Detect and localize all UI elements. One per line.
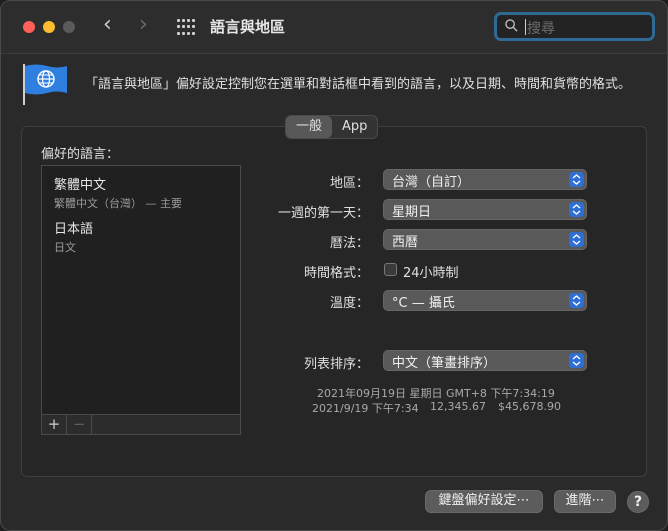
language-name: 日本語 bbox=[54, 222, 94, 237]
calendar-value: 西曆 bbox=[392, 235, 419, 250]
first-day-label: 一週的第一天： bbox=[277, 206, 369, 221]
window: ‹ › 語言與地區 搜尋 「語言與地區」偏好設定控制您在選單和對話框中看到的語言… bbox=[0, 0, 668, 531]
window-title: 語言與地區 bbox=[210, 18, 286, 36]
close-button[interactable] bbox=[23, 21, 35, 33]
advanced-button[interactable]: 進階⋯ bbox=[554, 490, 616, 513]
calendar-label: 曆法： bbox=[329, 236, 369, 251]
temperature-label: 溫度： bbox=[329, 296, 369, 311]
tab-app[interactable]: App bbox=[332, 116, 377, 138]
search-placeholder: 搜尋 bbox=[527, 21, 555, 37]
globe-flag-icon bbox=[23, 64, 67, 105]
language-detail: 日文 bbox=[54, 241, 76, 254]
first-day-value: 星期日 bbox=[392, 205, 432, 220]
region-value: 台灣（自訂） bbox=[392, 175, 471, 190]
language-list[interactable]: 繁體中文 繁體中文（台灣） — 主要 日本語 日文 bbox=[41, 165, 241, 415]
sample-short-date: 2021/9/19 下午7:34 bbox=[312, 402, 419, 415]
popup-arrows-icon bbox=[569, 172, 584, 187]
zoom-button[interactable] bbox=[63, 21, 75, 33]
temperature-popup[interactable]: °C — 攝氏 bbox=[383, 290, 587, 311]
calendar-popup[interactable]: 西曆 bbox=[383, 229, 587, 250]
popup-arrows-icon bbox=[569, 202, 584, 217]
text-caret bbox=[525, 19, 526, 35]
popup-arrows-icon bbox=[569, 232, 584, 247]
tab-general[interactable]: 一般 bbox=[286, 116, 333, 138]
time-format-label: 時間格式： bbox=[303, 266, 369, 281]
show-all-grid-icon[interactable] bbox=[177, 19, 195, 36]
language-detail: 繁體中文（台灣） — 主要 bbox=[54, 197, 182, 210]
back-button[interactable]: ‹ bbox=[103, 14, 112, 36]
search-field[interactable]: 搜尋 bbox=[494, 12, 655, 41]
remove-language-button[interactable]: − bbox=[67, 415, 92, 434]
forward-button[interactable]: › bbox=[139, 14, 148, 36]
minimize-button[interactable] bbox=[43, 21, 55, 33]
language-name: 繁體中文 bbox=[54, 178, 107, 193]
temperature-value: °C — 攝氏 bbox=[392, 296, 455, 311]
titlebar: ‹ › 語言與地區 搜尋 bbox=[1, 1, 667, 54]
list-sort-label: 列表排序： bbox=[303, 357, 369, 372]
sample-long-date: 2021年09月19日 星期日 GMT+8 下午7:34:19 bbox=[317, 387, 555, 400]
preferred-languages-label: 偏好的語言： bbox=[41, 147, 120, 162]
list-item[interactable]: 日本語 日文 bbox=[54, 218, 93, 255]
help-button[interactable]: ? bbox=[627, 491, 649, 513]
add-language-button[interactable]: + bbox=[42, 415, 67, 434]
keyboard-preferences-button[interactable]: 鍵盤偏好設定⋯ bbox=[425, 490, 543, 513]
search-icon bbox=[505, 19, 518, 32]
list-toolbar: + − bbox=[41, 415, 241, 435]
popup-arrows-icon bbox=[569, 353, 584, 368]
header-description: 「語言與地區」偏好設定控制您在選單和對話框中看到的語言，以及日期、時間和貨幣的格… bbox=[85, 77, 632, 92]
24-hour-checkbox[interactable] bbox=[384, 263, 397, 276]
list-sort-value: 中文（筆畫排序） bbox=[392, 356, 497, 371]
sample-number: 12,345.67 bbox=[430, 400, 486, 413]
list-item[interactable]: 繁體中文 繁體中文（台灣） — 主要 bbox=[54, 174, 182, 211]
list-sort-popup[interactable]: 中文（筆畫排序） bbox=[383, 350, 587, 371]
24-hour-checkbox-label[interactable]: 24小時制 bbox=[403, 262, 459, 281]
region-label: 地區： bbox=[329, 176, 369, 191]
first-day-popup[interactable]: 星期日 bbox=[383, 199, 587, 220]
region-popup[interactable]: 台灣（自訂） bbox=[383, 169, 587, 190]
sample-currency: $45,678.90 bbox=[498, 400, 561, 413]
tab-bar: 一般 App bbox=[285, 115, 379, 139]
popup-arrows-icon bbox=[569, 293, 584, 308]
